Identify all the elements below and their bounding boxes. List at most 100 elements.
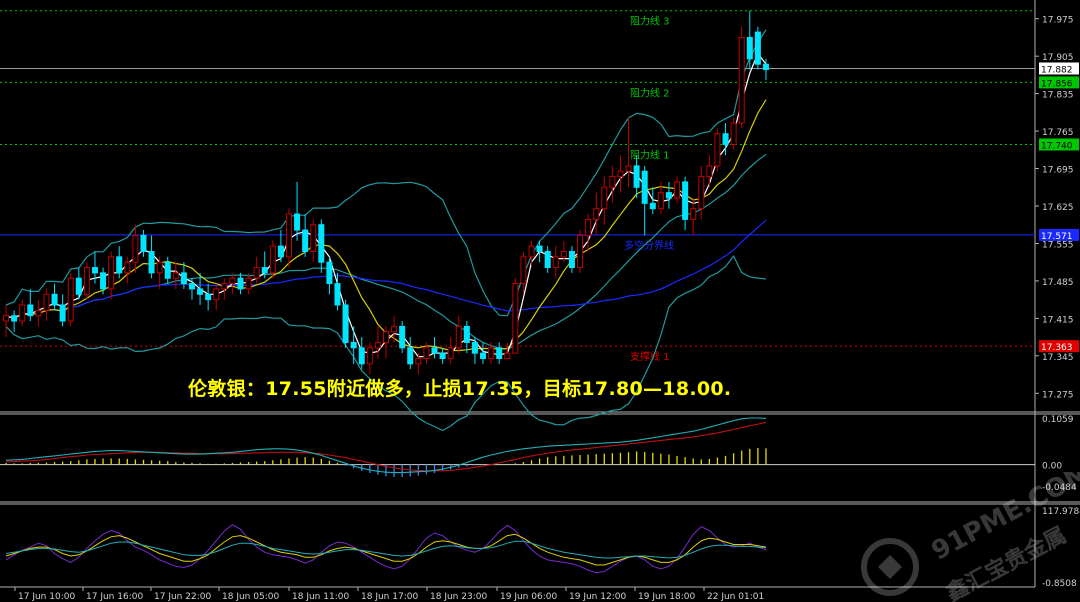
candle-bullish <box>617 170 624 178</box>
candle-bullish <box>132 234 139 263</box>
candle-bearish <box>649 202 656 210</box>
oscillator-panel <box>5 524 767 574</box>
time-tick-label: 19 Jun 06:00 <box>500 592 557 602</box>
current-price-text: 17.882 <box>1041 65 1073 75</box>
candle-bullish <box>528 245 535 258</box>
candle-bullish <box>601 186 608 210</box>
level-label: 阻力线 2 <box>630 86 670 99</box>
candle-bearish <box>633 165 640 188</box>
candle-bearish <box>544 250 551 269</box>
trade-headline: 伦敦银：17.55附近做多，止损17.35，目标17.80—18.00. <box>188 378 732 400</box>
candle-bearish <box>407 347 414 365</box>
candle-bullish <box>625 165 632 172</box>
candle-bearish <box>463 325 470 343</box>
candle-bullish <box>455 325 462 349</box>
candle-bullish <box>156 261 163 274</box>
candle-bullish <box>730 122 737 145</box>
candle-bearish <box>116 256 123 274</box>
candle-bearish <box>399 325 406 349</box>
candle-bearish <box>480 352 487 359</box>
trading-chart: 阻力线 3阻力线 217.856阻力线 117.740多空分界线17.571支撑… <box>0 0 1080 602</box>
price-tick-label: 17.555 <box>1042 240 1074 250</box>
candle-bullish <box>391 325 398 333</box>
candle-bullish <box>504 352 511 359</box>
candle-bullish <box>512 283 519 354</box>
candle-bullish <box>560 250 567 258</box>
candle-bearish <box>342 304 349 343</box>
candle-bullish <box>285 213 292 258</box>
candle-bearish <box>350 341 357 349</box>
time-tick-label: 17 Jun 10:00 <box>18 592 75 602</box>
price-levels: 阻力线 3阻力线 217.856阻力线 117.740多空分界线17.571支撑… <box>0 10 1079 363</box>
macd-tick-label: -0.0484 <box>1042 483 1077 493</box>
candle-bearish <box>91 267 98 274</box>
price-tick-label: 17.345 <box>1042 353 1074 363</box>
candle-bullish <box>714 133 721 167</box>
time-tick-label: 22 Jun 01:01 <box>707 592 764 602</box>
candle-bullish <box>213 288 220 301</box>
chart-frame <box>0 0 1080 588</box>
candle-bearish <box>682 181 689 220</box>
candle-bullish <box>657 192 664 210</box>
macd-signal-line <box>5 421 767 472</box>
candle-bearish <box>294 213 301 231</box>
slow-ma-line <box>5 99 767 352</box>
time-tick-label: 18 Jun 23:00 <box>430 592 487 602</box>
candle-bullish <box>366 347 373 365</box>
candle-bearish <box>100 272 107 290</box>
candle-bearish <box>334 283 341 306</box>
time-tick-label: 18 Jun 17:00 <box>361 592 418 602</box>
candle-bearish <box>237 277 244 290</box>
candle-bearish <box>75 277 82 295</box>
price-tick-label: 17.975 <box>1042 16 1074 26</box>
candle-bearish <box>641 170 648 204</box>
candle-bearish <box>722 133 729 145</box>
candle-bullish <box>690 208 697 220</box>
macd-tick-label: 0.00 <box>1042 462 1062 472</box>
oscillator-line-c <box>5 540 767 559</box>
candle-bearish <box>496 347 503 359</box>
time-tick-label: 19 Jun 12:00 <box>569 592 626 602</box>
time-tick-label: 17 Jun 22:00 <box>154 592 211 602</box>
candle-bullish <box>698 176 705 210</box>
candle-bearish <box>51 293 58 306</box>
oscillator-line-a <box>5 524 767 574</box>
candle-bearish <box>302 229 309 252</box>
candle-bearish <box>568 250 575 269</box>
candle-bearish <box>471 341 478 354</box>
oscillator-tick-label: 117.9784 <box>1042 507 1080 517</box>
candles <box>3 10 769 375</box>
candle-bullish <box>674 181 681 199</box>
candle-bullish <box>3 315 10 322</box>
candle-bullish <box>609 176 616 188</box>
candle-bearish <box>197 288 204 295</box>
candle-bearish <box>754 31 761 65</box>
candle-bearish <box>148 250 155 274</box>
candle-bullish <box>423 347 430 359</box>
price-tick-label: 17.485 <box>1042 278 1074 288</box>
candle-bearish <box>358 347 365 365</box>
candle-bullish <box>172 272 179 279</box>
candle-bearish <box>762 63 769 71</box>
candle-bearish <box>205 293 212 301</box>
price-tick-label: 17.275 <box>1042 390 1074 400</box>
candle-bearish <box>326 261 333 285</box>
candle-bullish <box>447 347 454 359</box>
time-tick-label: 18 Jun 11:00 <box>292 592 349 602</box>
time-tick-label: 19 Jun 18:00 <box>638 592 695 602</box>
candle-bullish <box>245 277 252 290</box>
candle-bullish <box>374 341 381 349</box>
candle-bullish <box>19 304 26 322</box>
candle-bullish <box>83 267 90 295</box>
level-price-text: 17.856 <box>1041 79 1073 89</box>
candle-bearish <box>164 261 171 279</box>
macd-tick-label: 0.1059 <box>1042 415 1074 425</box>
candle-bullish <box>415 357 422 365</box>
candle-bearish <box>746 36 753 60</box>
candle-bearish <box>59 304 66 322</box>
candle-bearish <box>261 267 268 274</box>
price-tick-label: 17.415 <box>1042 315 1074 325</box>
candle-bearish <box>27 304 34 317</box>
candle-bullish <box>552 256 559 269</box>
candle-bullish <box>706 165 713 178</box>
